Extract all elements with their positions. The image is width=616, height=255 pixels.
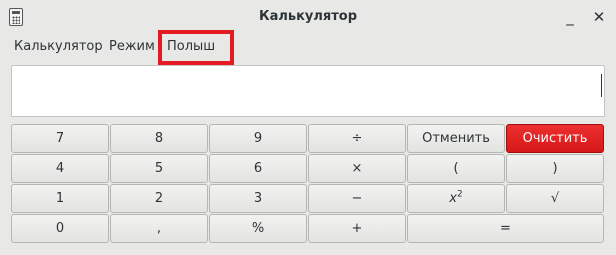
key-6[interactable]: 6 — [209, 154, 307, 183]
key-5[interactable]: 5 — [110, 154, 208, 183]
minimize-icon[interactable]: _ — [560, 7, 580, 27]
square-base: x — [449, 191, 457, 206]
key-4[interactable]: 4 — [11, 154, 109, 183]
menu-calculator[interactable]: Калькулятор — [14, 39, 103, 54]
key-left-paren[interactable]: ( — [407, 154, 505, 183]
key-1[interactable]: 1 — [11, 184, 109, 213]
key-2[interactable]: 2 — [110, 184, 208, 213]
cancel-button[interactable]: Отменить — [407, 124, 505, 153]
key-0[interactable]: 0 — [11, 214, 109, 243]
highlight-frame — [158, 30, 234, 65]
key-equals[interactable]: = — [407, 214, 604, 243]
clear-button[interactable]: Очистить — [506, 124, 604, 153]
key-multiply[interactable]: × — [308, 154, 406, 183]
key-plus[interactable]: + — [308, 214, 406, 243]
menu-mode[interactable]: Режим — [109, 39, 155, 54]
key-9[interactable]: 9 — [209, 124, 307, 153]
display-field[interactable] — [11, 65, 605, 117]
menu-bar: Калькулятор Режим Полыш — [0, 34, 616, 60]
key-divide[interactable]: ÷ — [308, 124, 406, 153]
key-sqrt[interactable]: √ — [506, 184, 604, 213]
key-right-paren[interactable]: ) — [506, 154, 604, 183]
title-bar: Калькулятор _ ✕ — [0, 0, 616, 34]
square-exponent: 2 — [456, 189, 463, 200]
key-decimal-comma[interactable]: , — [110, 214, 208, 243]
key-percent[interactable]: % — [209, 214, 307, 243]
key-7[interactable]: 7 — [11, 124, 109, 153]
key-3[interactable]: 3 — [209, 184, 307, 213]
close-icon[interactable]: ✕ — [589, 7, 609, 27]
key-square[interactable]: x2 — [407, 184, 505, 213]
key-minus[interactable]: − — [308, 184, 406, 213]
window-title: Калькулятор — [258, 9, 358, 24]
key-8[interactable]: 8 — [110, 124, 208, 153]
text-cursor — [601, 74, 602, 97]
